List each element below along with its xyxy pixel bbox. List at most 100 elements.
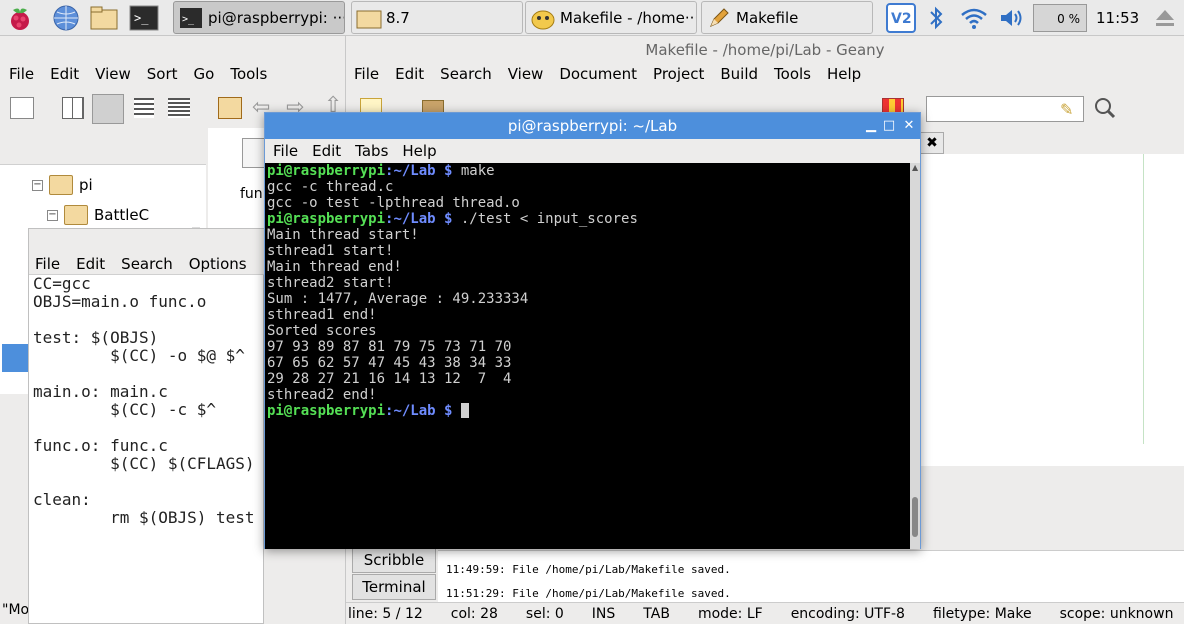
geany-menu-view[interactable]: View <box>508 65 544 83</box>
icon-view-icon[interactable] <box>62 97 84 119</box>
tab-terminal[interactable]: Terminal <box>352 574 436 600</box>
status-encoding: encoding: UTF-8 <box>790 605 905 622</box>
editor-text-area[interactable]: CC=gcc OBJS=main.o func.o test: $(OBJS) $… <box>33 275 255 527</box>
output-line: sthread2 start! <box>267 275 394 291</box>
geany-title: Makefile - /home/pi/Lab - Geany <box>645 41 885 59</box>
clear-icon[interactable]: ✎ <box>1060 100 1073 119</box>
list-view-icon[interactable] <box>168 98 190 118</box>
status-scope: scope: unknown <box>1059 605 1174 622</box>
fm-menu-sort[interactable]: Sort <box>147 65 178 83</box>
command-text: ./test < input_scores <box>460 211 638 227</box>
prompt-user: pi@raspberrypi <box>267 211 386 227</box>
file-icon[interactable] <box>242 138 266 168</box>
output-line: 67 65 62 57 47 45 43 38 34 33 <box>267 355 512 371</box>
geany-menu-build[interactable]: Build <box>720 65 758 83</box>
scroll-up-icon[interactable]: ▲ <box>912 163 918 175</box>
thumbnail-view-icon[interactable] <box>92 94 124 124</box>
task-geany[interactable]: Makefile - /home··· <box>525 1 697 34</box>
geany-editor-area[interactable] <box>920 154 1184 466</box>
minimize-icon[interactable]: ▁ <box>863 118 879 134</box>
editor-line: $(CC) -c $^ <box>33 400 217 419</box>
collapse-icon[interactable]: − <box>32 179 43 191</box>
status-tab: TAB <box>643 605 670 622</box>
terminal-menu-edit[interactable]: Edit <box>312 142 341 160</box>
search-icon[interactable] <box>1094 97 1116 119</box>
output-line: sthread1 end! <box>267 307 377 323</box>
terminal-scrollbar[interactable]: ▲ <box>910 163 920 549</box>
fm-menubar: File Edit View Sort Go Tools <box>9 65 283 83</box>
prompt-line: pi@raspberrypi:~/Lab $ ./test < input_sc… <box>267 211 638 227</box>
editor-line: OBJS=main.o func.o <box>33 292 207 311</box>
editor-line: test: $(OBJS) <box>33 328 159 347</box>
editor-line: $(CC) $(CFLAGS) <box>33 454 255 473</box>
editor-menu-file[interactable]: File <box>35 255 60 273</box>
editor-line: CC=gcc <box>33 274 91 293</box>
prompt-user: pi@raspberrypi <box>267 403 386 419</box>
fm-menu-go[interactable]: Go <box>194 65 215 83</box>
new-window-icon[interactable] <box>10 97 34 119</box>
web-browser-icon[interactable] <box>51 3 81 33</box>
editor-line: rm $(OBJS) test <box>33 508 255 527</box>
status-ins: INS <box>591 605 616 622</box>
status-filetype: filetype: Make <box>932 605 1032 622</box>
fm-menu-view[interactable]: View <box>95 65 131 83</box>
task-terminal[interactable]: >_ pi@raspberrypi: ··· <box>173 1 345 34</box>
geany-menu-help[interactable]: Help <box>827 65 861 83</box>
geany-menu-tools[interactable]: Tools <box>774 65 811 83</box>
eject-icon[interactable] <box>1150 3 1180 33</box>
prompt-line: pi@raspberrypi:~/Lab $ make <box>267 163 638 179</box>
vnc-icon[interactable]: V2 <box>885 3 917 33</box>
geany-menu-edit[interactable]: Edit <box>395 65 424 83</box>
file-manager-icon[interactable] <box>89 3 119 33</box>
compact-view-icon[interactable] <box>134 98 154 118</box>
geany-statusbar: line: 5 / 12 col: 28 sel: 0 INS TAB mode… <box>346 602 1184 624</box>
terminal-title: pi@raspberrypi: ~/Lab <box>507 117 678 135</box>
geany-menu-project[interactable]: Project <box>653 65 704 83</box>
task-folder[interactable]: 8.7 <box>351 1 523 34</box>
tree-item-pi[interactable]: − pi <box>32 175 93 195</box>
taskbar: >_ >_ pi@raspberrypi: ··· 8.7 Makefile -… <box>0 0 1184 36</box>
editor-line: func.o: func.c <box>33 436 168 455</box>
geany-menu-document[interactable]: Document <box>559 65 637 83</box>
bluetooth-icon[interactable] <box>921 3 951 33</box>
prompt-path: :~/Lab $ <box>385 211 461 227</box>
collapse-icon[interactable]: − <box>47 209 58 221</box>
editor-menu-search[interactable]: Search <box>121 255 173 273</box>
fm-menu-edit[interactable]: Edit <box>50 65 79 83</box>
prompt-user: pi@raspberrypi <box>267 163 386 179</box>
fm-menu-tools[interactable]: Tools <box>230 65 267 83</box>
file-label[interactable]: fun <box>240 186 263 202</box>
close-icon[interactable]: ✕ <box>901 118 917 134</box>
maximize-icon[interactable]: □ <box>881 118 897 134</box>
tab-scribble[interactable]: Scribble <box>352 547 436 573</box>
command-text: make <box>460 163 495 179</box>
volume-icon[interactable] <box>997 3 1027 33</box>
scrollbar-thumb[interactable] <box>912 497 918 537</box>
editor-menu-options[interactable]: Options <box>189 255 247 273</box>
wifi-icon[interactable] <box>959 3 989 33</box>
terminal-titlebar[interactable]: pi@raspberrypi: ~/Lab ▁ □ ✕ <box>265 113 920 139</box>
editor-menu-edit[interactable]: Edit <box>76 255 105 273</box>
text-editor-window: File Edit Search Options He CC=gccOBJS=m… <box>28 228 283 624</box>
home-icon[interactable] <box>218 97 242 119</box>
status-mode: mode: LF <box>697 605 763 622</box>
terminal-launcher-icon[interactable]: >_ <box>129 3 159 33</box>
svg-text:V2: V2 <box>891 11 912 27</box>
terminal-screen[interactable]: pi@raspberrypi:~/Lab $ make gcc -c thread… <box>265 163 910 549</box>
geany-menu-file[interactable]: File <box>354 65 379 83</box>
geany-menu-search[interactable]: Search <box>440 65 492 83</box>
tree-item-battlec[interactable]: − BattleC <box>47 205 149 225</box>
editor-line: $(CC) -o $@ $^ <box>33 346 245 365</box>
terminal-menu-file[interactable]: File <box>273 142 298 160</box>
task-editor[interactable]: Makefile <box>701 1 873 34</box>
close-tab-icon[interactable]: ✖ <box>920 132 944 154</box>
terminal-menubar: File Edit Tabs Help <box>265 139 920 163</box>
terminal-menu-tabs[interactable]: Tabs <box>355 142 388 160</box>
fm-menu-file[interactable]: File <box>9 65 34 83</box>
terminal-window: pi@raspberrypi: ~/Lab ▁ □ ✕ File Edit Ta… <box>264 112 921 549</box>
raspberry-menu-icon[interactable] <box>5 3 35 33</box>
terminal-menu-help[interactable]: Help <box>402 142 436 160</box>
